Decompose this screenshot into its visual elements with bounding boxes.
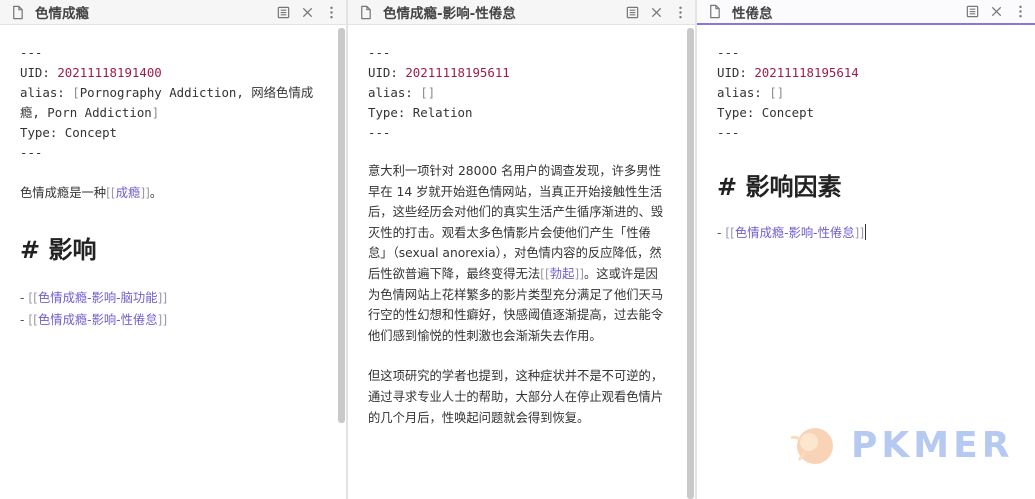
paragraph: 但这项研究的学者也提到，这种症状并不是不可逆的，通过寻求专业人士的帮助，大部分人… — [368, 369, 664, 425]
file-icon — [707, 4, 722, 19]
reading-view-icon[interactable] — [274, 3, 292, 21]
uid-value: 20211118195614 — [754, 65, 859, 80]
pane-1: 色情成瘾 --- UID: 20211118191400 alias: [Por… — [0, 0, 346, 499]
uid-value: 20211118191400 — [57, 65, 162, 80]
pkmer-logo-text: PKMER — [851, 424, 1014, 466]
more-options-icon[interactable] — [671, 3, 689, 21]
reading-view-icon[interactable] — [963, 3, 981, 21]
tab-title[interactable]: 色情成瘾-影响-性倦怠 — [383, 2, 617, 22]
tab-header[interactable]: 色情成瘾 — [0, 0, 346, 25]
heading: # 影响因素 — [717, 173, 842, 201]
tab-header[interactable]: 色情成瘾-影响-性倦怠 — [348, 0, 695, 25]
editor[interactable]: --- UID: 20211118191400 alias: [Pornogra… — [0, 25, 346, 499]
more-options-icon[interactable] — [1011, 3, 1029, 21]
list-item: - [[色情成瘾-影响-脑功能]] — [20, 290, 168, 305]
file-icon — [358, 5, 373, 20]
heading: # 影响 — [20, 235, 97, 264]
tab-title[interactable]: 色情成瘾 — [35, 2, 268, 22]
pkmer-logo-icon — [790, 428, 833, 464]
internal-link[interactable]: 成瘾 — [116, 186, 141, 200]
reading-view-icon[interactable] — [623, 3, 641, 21]
scrollbar[interactable] — [338, 28, 345, 423]
frontmatter: --- UID: 20211118195611 alias: [] Type: … — [368, 45, 510, 140]
tab-header-active[interactable]: 性倦怠 — [697, 0, 1035, 25]
intro-paragraph: 色情成瘾是一种[[成瘾]]。 — [20, 186, 163, 200]
tab-title[interactable]: 性倦怠 — [732, 2, 957, 22]
uid-value: 20211118195611 — [405, 65, 510, 80]
frontmatter: --- UID: 20211118191400 alias: [Pornogra… — [20, 45, 314, 160]
close-icon[interactable] — [647, 3, 665, 21]
text-cursor — [865, 224, 867, 240]
frontmatter: --- UID: 20211118195614 alias: [] Type: … — [717, 45, 859, 140]
more-options-icon[interactable] — [322, 3, 340, 21]
pane-2: 色情成瘾-影响-性倦怠 --- UID: 20211118195611 alia… — [348, 0, 695, 499]
list-item: - [[色情成瘾-影响-性倦怠]] — [717, 224, 867, 240]
internal-link[interactable]: 勃起 — [550, 267, 575, 281]
internal-link[interactable]: 色情成瘾-影响-性倦怠 — [38, 313, 158, 327]
scrollbar[interactable] — [687, 28, 694, 499]
pkmer-logo: PKMER — [785, 415, 1030, 475]
close-icon[interactable] — [298, 3, 316, 21]
internal-link[interactable]: 色情成瘾-影响-脑功能 — [38, 291, 158, 305]
editor[interactable]: --- UID: 20211118195611 alias: [] Type: … — [348, 25, 695, 499]
list-item: - [[色情成瘾-影响-性倦怠]] — [20, 312, 168, 327]
file-icon — [10, 5, 25, 20]
close-icon[interactable] — [987, 3, 1005, 21]
paragraph: 意大利一项针对 28000 名用户的调查发现，许多男性早在 14 岁就开始逛色情… — [368, 164, 664, 343]
internal-link[interactable]: 色情成瘾-影响-性倦怠 — [735, 226, 855, 240]
